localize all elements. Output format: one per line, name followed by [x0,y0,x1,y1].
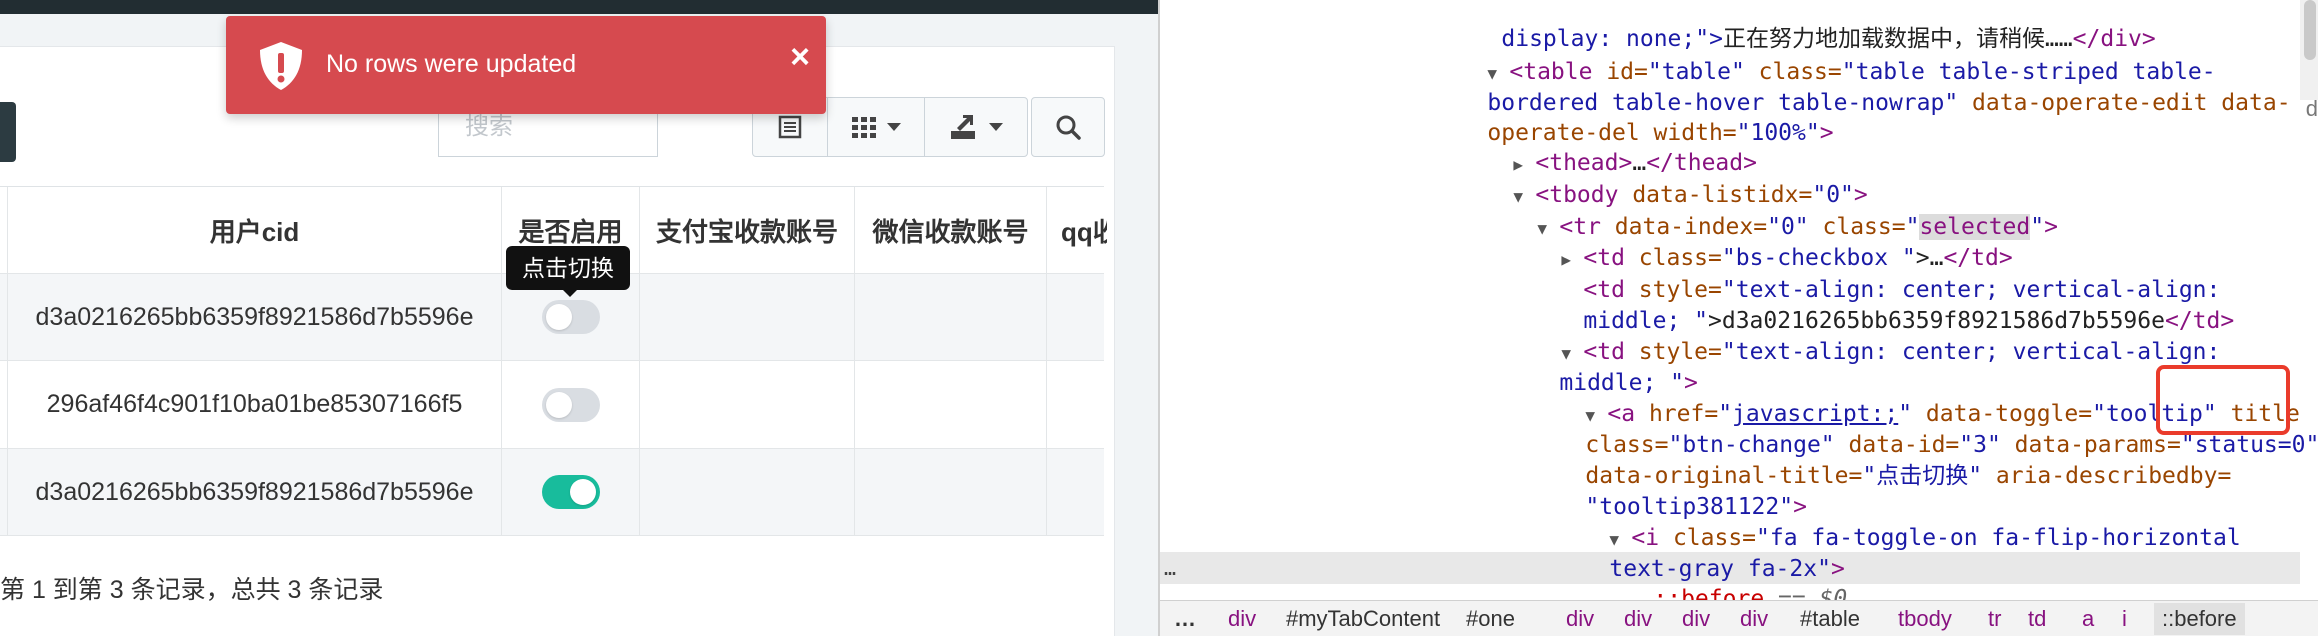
breadcrumb-item[interactable]: tr [1988,605,2001,633]
more-options-icon[interactable]: … [1164,556,1176,580]
dom-line[interactable]: ▼ <i class="fa fa-toggle-on fa-flip-horiz… [1554,493,2240,551]
dom-line[interactable]: bordered table-hover table-nowrap" data-… [1432,58,2290,116]
dom-line[interactable]: ▼ <td style="text-align: center; vertical… [1506,307,2220,365]
dom-line[interactable]: display: none;">正在努力地加载数据中，请稍候……</div> [1446,0,2155,52]
breadcrumb-item[interactable]: td [2028,605,2046,633]
search-button[interactable] [1031,97,1105,157]
breadcrumb-item[interactable]: #myTabContent [1286,605,1440,633]
chevron-down-icon [989,123,1003,131]
dom-line[interactable]: operate-del width="100%"> [1432,88,1833,146]
dom-breadcrumb: … div #myTabContent #one div div div div… [1160,600,2318,636]
scrollbar-thumb[interactable] [2304,0,2316,60]
enabled-cell [502,361,640,448]
shield-alert-icon [260,42,302,90]
dom-line[interactable]: ▼ <tr data-index="0" class="selected"> [1482,182,2058,240]
breadcrumb-item[interactable]: … [1174,605,1196,633]
row-checkbox-cell[interactable] [0,361,8,448]
breadcrumb-item[interactable]: div [1682,605,1710,633]
user-cid-cell: 296af46f4c901f10ba01be85307166f5 [8,361,502,448]
user-cid-cell: d3a0216265bb6359f8921586d7b5596e [8,449,502,535]
breadcrumb-item-active[interactable]: ::before [2154,603,2245,635]
annotation-highlight-box [2156,365,2290,435]
breadcrumb-item[interactable]: div [1566,605,1594,633]
dom-line[interactable]: ▶ <td class="bs-checkbox ">…</td> [1506,213,2012,271]
breadcrumb-item[interactable]: i [2122,605,2127,633]
tooltip-arrow [562,289,578,297]
scrollbar[interactable] [2300,0,2318,100]
dom-line-selected[interactable]: ::before == $0 [1598,554,1847,612]
status-toggle[interactable] [541,475,600,509]
list-view-icon [778,115,802,139]
columns-grid-icon [852,117,876,138]
pagination-info: 第 1 到第 3 条记录，总共 3 条记录 [0,576,384,604]
header-checkbox-cell[interactable] [0,187,8,273]
row-checkbox-cell[interactable] [0,274,8,360]
row-checkbox-cell[interactable] [0,449,8,535]
table-row[interactable]: d3a0216265bb6359f8921586d7b5596e [0,449,1104,536]
header-qq-account[interactable]: qq收 [1047,187,1107,273]
dom-line[interactable]: <td style="text-align: center; vertical-… [1528,245,2220,303]
breadcrumb-item[interactable]: tbody [1898,605,1952,633]
status-toggle[interactable] [541,387,600,422]
alipay-cell [640,361,855,448]
export-icon [951,115,975,139]
devtools-elements-panel: d … display: none;">正在努力地加载数据中，请稍候……</di… [1158,0,2318,636]
panel-edge-letter: d [2305,96,2318,121]
data-table: 用户cid 是否启用 支付宝收款账号 微信收款账号 qq收 d3a0216265… [0,186,1107,536]
header-alipay-account[interactable]: 支付宝收款账号 [640,187,855,273]
dom-line[interactable]: middle; ">d3a0216265bb6359f8921586d7b559… [1528,276,2234,334]
user-cid-cell: d3a0216265bb6359f8921586d7b5596e [8,274,502,360]
dom-line[interactable]: "tooltip381122"> [1530,462,1807,520]
status-toggle[interactable] [541,300,600,334]
columns-dropdown-button[interactable] [827,97,925,157]
export-dropdown-button[interactable] [924,97,1028,157]
alipay-cell [640,274,855,360]
breadcrumb-item[interactable]: div [1624,605,1652,633]
alipay-cell [640,449,855,535]
qq-cell [1047,449,1107,535]
alert-message: No rows were updated [326,50,577,78]
search-icon [1056,115,1081,140]
dom-line[interactable]: ▼ <tbody data-listidx="0"> [1458,150,1867,208]
chevron-down-icon [887,123,901,131]
dom-line[interactable]: ▼ <table id="table" class="table table-st… [1432,27,2215,85]
tooltip: 点击切换 [506,246,630,290]
breadcrumb-item[interactable]: div [1228,605,1256,633]
toggle-knob [545,391,572,418]
qq-cell [1047,274,1107,360]
wechat-cell [855,449,1047,535]
error-alert: No rows were updated × [226,16,826,114]
header-user-cid[interactable]: 用户cid [8,187,502,273]
toggle-knob [545,304,572,330]
dom-line[interactable]: ▶ <thead>…</thead> [1458,118,1757,176]
breadcrumb-item[interactable]: #table [1800,605,1860,633]
breadcrumb-item[interactable]: #one [1466,605,1515,633]
toggle-knob [569,479,596,505]
header-wechat-account[interactable]: 微信收款账号 [855,187,1047,273]
breadcrumb-item[interactable]: div [1740,605,1768,633]
dom-line[interactable]: text-gray fa-2x"> [1554,524,1844,582]
table-row[interactable]: 296af46f4c901f10ba01be85307166f5 [0,361,1104,449]
dom-line[interactable]: data-original-title="点击切换" aria-describe… [1530,431,2231,489]
web-page-pane: 搜索 用户cid 是否启用 支付宝收款账号 微信收款账号 qq收 d3a0216… [0,0,1158,636]
qq-cell [1047,361,1107,448]
wechat-cell [855,274,1047,360]
breadcrumb-item[interactable]: a [2082,605,2094,633]
wechat-cell [855,361,1047,448]
toolbar-action-button[interactable] [0,102,16,162]
enabled-cell [502,449,640,535]
close-icon[interactable]: × [790,38,810,77]
dom-line[interactable]: middle; "> [1504,338,1697,396]
top-navbar [0,0,1158,14]
